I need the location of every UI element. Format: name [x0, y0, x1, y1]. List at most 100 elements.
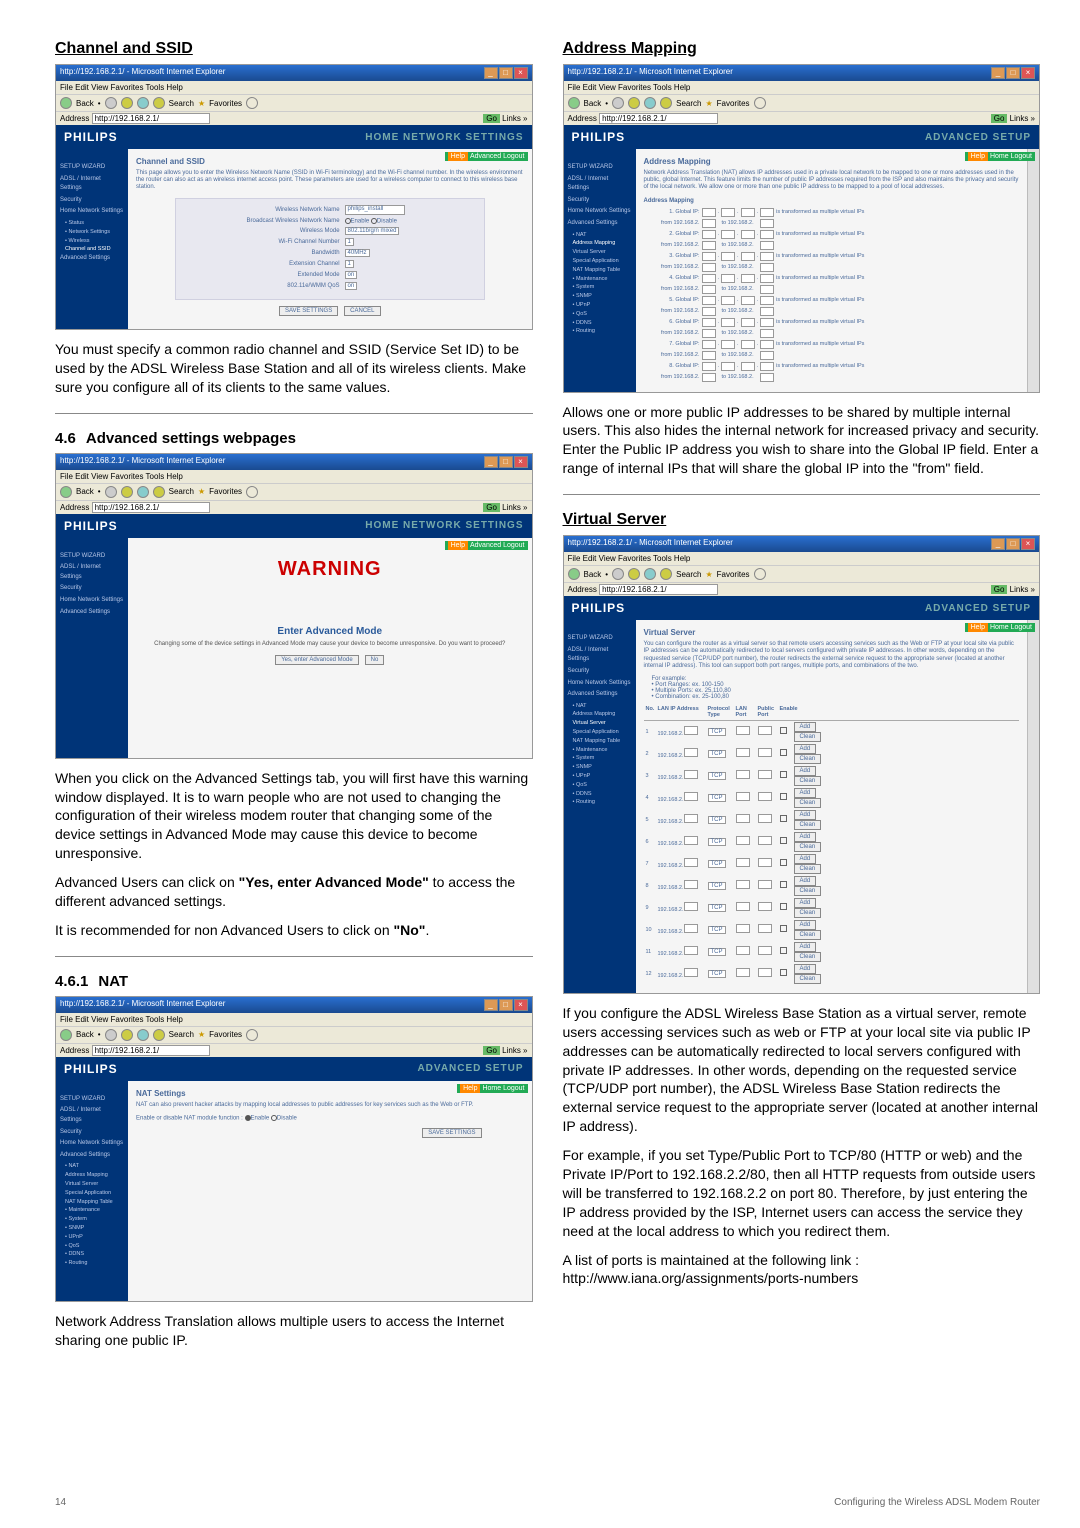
protocol-select[interactable]: TCP	[708, 728, 726, 736]
sidebar-sub[interactable]: • SNMP	[568, 763, 632, 772]
ip-octet-input[interactable]	[741, 274, 755, 283]
minimize-icon[interactable]: _	[991, 538, 1005, 550]
add-button[interactable]: Add	[794, 744, 817, 754]
go-button[interactable]: Go	[483, 503, 500, 512]
search-label[interactable]: Search	[169, 1030, 194, 1039]
sidebar-sub[interactable]: • System	[568, 754, 632, 763]
lan-port-input[interactable]	[736, 880, 750, 889]
enable-checkbox[interactable]	[780, 771, 787, 778]
enable-checkbox[interactable]	[780, 749, 787, 756]
clean-button[interactable]: Clean	[794, 776, 822, 786]
media-icon[interactable]	[246, 486, 258, 498]
public-port-input[interactable]	[758, 880, 772, 889]
clean-button[interactable]: Clean	[794, 732, 822, 742]
stop-icon[interactable]	[628, 97, 640, 109]
sidebar-item[interactable]: ADSL / Internet Settings	[60, 175, 124, 194]
add-button[interactable]: Add	[794, 942, 817, 952]
media-icon[interactable]	[246, 97, 258, 109]
minimize-icon[interactable]: _	[484, 999, 498, 1011]
protocol-select[interactable]: TCP	[708, 772, 726, 780]
maximize-icon[interactable]: □	[499, 456, 513, 468]
to-input[interactable]	[760, 219, 774, 228]
protocol-select[interactable]: TCP	[708, 948, 726, 956]
lan-port-input[interactable]	[736, 836, 750, 845]
ip-octet-input[interactable]	[760, 362, 774, 371]
extch-select[interactable]: 1	[345, 260, 354, 268]
favorites-label[interactable]: Favorites	[209, 1030, 242, 1039]
ip-octet-input[interactable]	[760, 274, 774, 283]
ip-last-octet-input[interactable]	[684, 792, 698, 801]
bw-select[interactable]: 40MHz	[345, 249, 370, 257]
sidebar-sub[interactable]: • QoS	[568, 310, 632, 319]
protocol-select[interactable]: TCP	[708, 816, 726, 824]
stop-icon[interactable]	[628, 568, 640, 580]
ip-octet-input[interactable]	[702, 208, 716, 217]
sidebar-sub[interactable]: • DDNS	[568, 319, 632, 328]
sidebar-sub[interactable]: • NAT	[568, 231, 632, 240]
media-icon[interactable]	[246, 1029, 258, 1041]
sidebar-sub[interactable]: • SNMP	[568, 292, 632, 301]
lan-port-input[interactable]	[736, 902, 750, 911]
protocol-select[interactable]: TCP	[708, 926, 726, 934]
sidebar-sub[interactable]: • Wireless	[60, 237, 124, 246]
maximize-icon[interactable]: □	[499, 999, 513, 1011]
sidebar-sub[interactable]: • Routing	[60, 1259, 124, 1268]
sidebar-sub-active[interactable]: Address Mapping	[568, 239, 632, 248]
add-button[interactable]: Add	[794, 898, 817, 908]
refresh-icon[interactable]	[137, 1029, 149, 1041]
sidebar-sub[interactable]: Address Mapping	[568, 710, 632, 719]
sidebar-item[interactable]: Home Network Settings	[60, 596, 124, 606]
sidebar-sub[interactable]: NAT Mapping Table	[60, 1198, 124, 1207]
sidebar-sub[interactable]: Address Mapping	[60, 1171, 124, 1180]
menubar[interactable]: File Edit View Favorites Tools Help	[56, 470, 532, 484]
lan-port-input[interactable]	[736, 748, 750, 757]
back-icon[interactable]	[60, 486, 72, 498]
ip-octet-input[interactable]	[721, 252, 735, 261]
back-icon[interactable]	[60, 97, 72, 109]
from-input[interactable]	[702, 241, 716, 250]
protocol-select[interactable]: TCP	[708, 882, 726, 890]
enable-checkbox[interactable]	[780, 837, 787, 844]
back-icon[interactable]	[568, 97, 580, 109]
sidebar-sub[interactable]: • Maintenance	[568, 275, 632, 284]
close-icon[interactable]: ×	[1021, 67, 1035, 79]
sidebar-sub[interactable]: • DDNS	[60, 1250, 124, 1259]
from-input[interactable]	[702, 219, 716, 228]
sidebar-item[interactable]: Security	[568, 667, 632, 677]
stop-icon[interactable]	[121, 486, 133, 498]
sidebar-item[interactable]: Security	[568, 196, 632, 206]
sidebar-sub[interactable]: Virtual Server	[568, 248, 632, 257]
ip-last-octet-input[interactable]	[684, 902, 698, 911]
sidebar-item[interactable]: Advanced Settings	[60, 608, 124, 618]
sidebar-sub[interactable]: NAT Mapping Table	[568, 266, 632, 275]
sidebar-item[interactable]: Advanced Settings	[60, 1151, 124, 1161]
ip-octet-input[interactable]	[721, 230, 735, 239]
search-label[interactable]: Search	[169, 99, 194, 108]
forward-icon[interactable]	[105, 486, 117, 498]
ip-octet-input[interactable]	[760, 230, 774, 239]
add-button[interactable]: Add	[794, 766, 817, 776]
home-icon[interactable]	[660, 568, 672, 580]
ip-octet-input[interactable]	[741, 318, 755, 327]
clean-button[interactable]: Clean	[794, 974, 822, 984]
ip-octet-input[interactable]	[702, 230, 716, 239]
sidebar-sub[interactable]: • NAT	[60, 1162, 124, 1171]
forward-icon[interactable]	[612, 97, 624, 109]
to-input[interactable]	[760, 329, 774, 338]
sidebar-sub[interactable]: • System	[60, 1215, 124, 1224]
sidebar-sub[interactable]: • Routing	[568, 798, 632, 807]
ip-octet-input[interactable]	[721, 296, 735, 305]
links-label[interactable]: Links	[502, 114, 521, 123]
sidebar-item[interactable]: SETUP WIZARD	[60, 552, 124, 562]
exmode-select[interactable]: on	[345, 271, 358, 279]
enable-checkbox[interactable]	[780, 815, 787, 822]
advanced-logout-link[interactable]: Advanced Logout	[470, 542, 525, 549]
links-label[interactable]: Links	[1010, 585, 1029, 594]
ip-octet-input[interactable]	[741, 362, 755, 371]
add-button[interactable]: Add	[794, 854, 817, 864]
home-icon[interactable]	[153, 486, 165, 498]
sidebar-sub[interactable]: Special Application	[60, 1189, 124, 1198]
ip-octet-input[interactable]	[702, 252, 716, 261]
favorites-label[interactable]: Favorites	[209, 487, 242, 496]
back-label[interactable]: Back	[76, 1030, 94, 1039]
